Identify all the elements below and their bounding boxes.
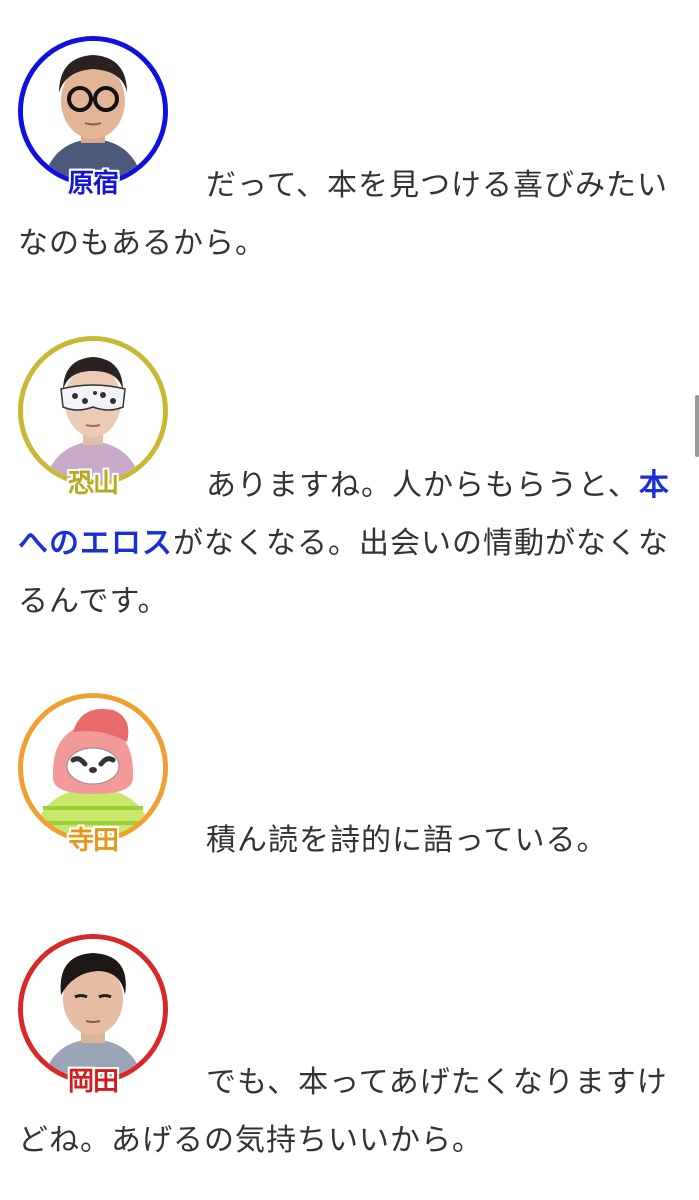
speech-text-body: だって、本を見つける喜びみたいなのもあるから。 xyxy=(18,168,668,261)
scrollbar-thumb[interactable] xyxy=(695,395,699,457)
speech-text: でも、本ってあげたくなりますけどね。あげるの気持ちいいから。 xyxy=(18,1054,689,1170)
speech-text-body: 積ん読を詩的に語っている。 xyxy=(206,823,608,858)
speech-text: 積ん読を詩的に語っている。 xyxy=(18,812,689,870)
speech-text-body: ありますね。人からもらうと、 xyxy=(206,468,639,503)
speech-text: だって、本を見つける喜びみたいなのもあるから。 xyxy=(18,157,689,273)
speech-text: ありますね。人からもらうと、本へのエロスがなくなる。出会いの情動がなくなるんです… xyxy=(18,457,689,631)
speech-text-body: でも、本ってあげたくなりますけどね。あげるの気持ちいいから。 xyxy=(18,1065,668,1158)
